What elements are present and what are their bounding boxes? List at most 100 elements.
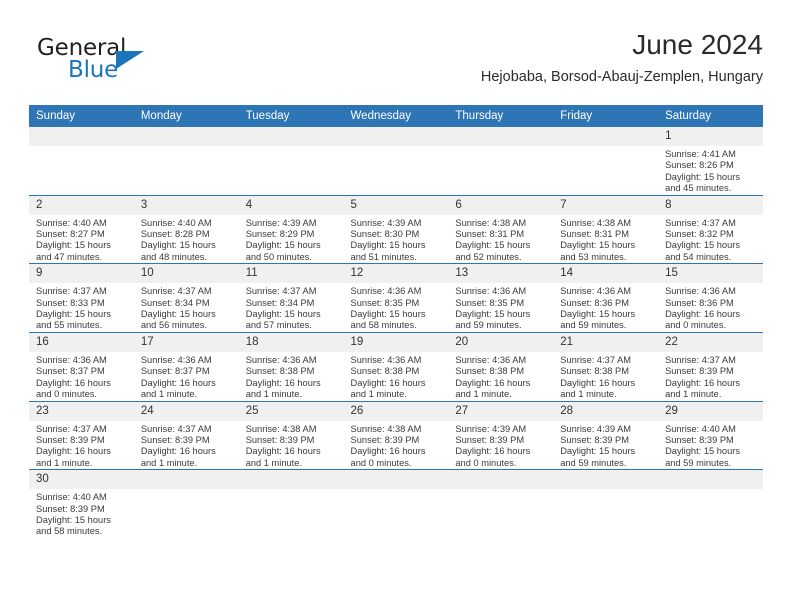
calendar-day-cell[interactable]: 7 Sunrise: 4:38 AM Sunset: 8:31 PM Daylight…: [553, 194, 659, 264]
sunrise-text: Sunrise: 4:36 AM: [350, 354, 422, 365]
calendar-day-cell[interactable]: 20 Sunrise: 4:36 AM Sunset: 8:38 PM Dayligh…: [448, 331, 554, 401]
calendar-day-cell[interactable]: 9 Sunrise: 4:37 AM Sunset: 8:33 PM Daylight…: [29, 263, 134, 333]
sunrise-text: Sunrise: 4:41 AM: [665, 149, 736, 159]
sunset-text: Sunset: 8:38 PM: [245, 366, 315, 377]
day-number: 30: [29, 470, 134, 490]
calendar-day-cell[interactable]: 28 Sunrise: 4:39 AM Sunset: 8:39 PM Dayligh…: [553, 400, 659, 470]
sunset-text: Sunset: 8:37 PM: [36, 366, 105, 377]
day-number: 9: [29, 264, 134, 284]
calendar-day-cell[interactable]: 14 Sunrise: 4:36 AM Sunset: 8:36 PM Dayligh…: [553, 263, 659, 333]
day-number: 25: [238, 401, 344, 421]
day-sun-info: Sunrise: 4:36 AM Sunset: 8:37 PM Daylight:…: [134, 352, 239, 401]
daylight-text: Daylight: 16 hours and 0 minutes.: [455, 446, 531, 468]
day-sun-info: Sunrise: 4:36 AM Sunset: 8:36 PM Daylight:…: [658, 283, 763, 332]
calendar-day-cell[interactable]: 24 Sunrise: 4:37 AM Sunset: 8:39 PM Dayligh…: [133, 400, 239, 470]
sunset-text: Sunset: 8:39 PM: [36, 503, 105, 514]
calendar-day-cell[interactable]: 19 Sunrise: 4:36 AM Sunset: 8:38 PM Dayligh…: [343, 331, 449, 401]
calendar-week-row: 9 Sunrise: 4:37 AM Sunset: 8:33 PM Daylight…: [29, 263, 763, 333]
sunset-text: Sunset: 8:33 PM: [36, 297, 105, 308]
day-sun-info: Sunrise: 4:37 AM Sunset: 8:39 PM Daylight:…: [134, 421, 239, 470]
daylight-text: Daylight: 15 hours and 59 minutes.: [665, 446, 740, 468]
day-sun-info: Sunrise: 4:37 AM Sunset: 8:34 PM Daylight:…: [134, 283, 239, 332]
daylight-text: Daylight: 15 hours and 57 minutes.: [245, 309, 321, 331]
daylight-text: Daylight: 15 hours and 56 minutes.: [140, 309, 216, 331]
calendar-day-cell[interactable]: 4 Sunrise: 4:39 AM Sunset: 8:29 PM Daylight…: [238, 194, 344, 264]
sunrise-text: Sunrise: 4:38 AM: [455, 217, 527, 228]
calendar-container: Sunday Monday Tuesday Wednesday Thursday…: [29, 105, 763, 538]
calendar-week-row: 16 Sunrise: 4:36 AM Sunset: 8:37 PM Dayligh…: [29, 331, 763, 401]
title-block: June 2024 Hejobaba, Borsod-Abauj-Zemplen…: [481, 28, 763, 86]
weekday-header-saturday: Saturday: [658, 105, 763, 127]
day-number: 5: [343, 195, 449, 215]
calendar-day-cell[interactable]: 27 Sunrise: 4:39 AM Sunset: 8:39 PM Dayligh…: [448, 400, 554, 470]
day-sun-info: Sunrise: 4:38 AM Sunset: 8:39 PM Daylight:…: [344, 421, 449, 470]
calendar-day-cell[interactable]: 6 Sunrise: 4:38 AM Sunset: 8:31 PM Daylight…: [448, 194, 554, 264]
page-title: June 2024: [632, 29, 763, 60]
calendar-day-cell[interactable]: 17 Sunrise: 4:36 AM Sunset: 8:37 PM Dayligh…: [133, 331, 239, 401]
calendar-day-cell[interactable]: 2 Sunrise: 4:40 AM Sunset: 8:27 PM Daylight…: [29, 194, 134, 264]
daylight-text: Daylight: 15 hours and 59 minutes.: [455, 309, 531, 331]
calendar-table: Sunday Monday Tuesday Wednesday Thursday…: [29, 105, 763, 538]
sunrise-text: Sunrise: 4:36 AM: [665, 286, 736, 297]
sunset-text: Sunset: 8:26 PM: [665, 160, 734, 171]
weekday-header-monday: Monday: [133, 105, 239, 127]
calendar-cell-empty: [448, 469, 554, 538]
calendar-cell-empty: [133, 469, 239, 538]
daylight-text: Daylight: 16 hours and 1 minute.: [140, 446, 216, 468]
day-sun-info: Sunrise: 4:37 AM Sunset: 8:33 PM Daylight:…: [29, 283, 134, 332]
day-sun-info: Sunrise: 4:40 AM Sunset: 8:39 PM Daylight:…: [29, 489, 134, 538]
daylight-text: Daylight: 15 hours and 55 minutes.: [36, 309, 111, 331]
day-sun-info: Sunrise: 4:38 AM Sunset: 8:31 PM Daylight:…: [553, 215, 658, 264]
sunset-text: Sunset: 8:32 PM: [665, 229, 734, 240]
sunset-text: Sunset: 8:31 PM: [560, 229, 629, 240]
page-header: General Blue June 2024 Hejobaba, Borsod-…: [29, 28, 763, 98]
calendar-day-cell[interactable]: 12 Sunrise: 4:36 AM Sunset: 8:35 PM Dayligh…: [343, 263, 449, 333]
day-number: 19: [343, 332, 449, 352]
calendar-day-cell[interactable]: 26 Sunrise: 4:38 AM Sunset: 8:39 PM Dayligh…: [343, 400, 449, 470]
daylight-text: Daylight: 15 hours and 59 minutes.: [560, 309, 636, 331]
calendar-body: 1 Sunrise: 4:41 AM Sunset: 8:26 PM Daylight…: [29, 127, 763, 538]
calendar-day-cell[interactable]: 3 Sunrise: 4:40 AM Sunset: 8:28 PM Daylight…: [133, 194, 239, 264]
calendar-day-cell[interactable]: 15 Sunrise: 4:36 AM Sunset: 8:36 PM Dayligh…: [658, 263, 763, 333]
day-number: [343, 127, 449, 146]
calendar-day-cell[interactable]: 18 Sunrise: 4:36 AM Sunset: 8:38 PM Dayligh…: [238, 331, 344, 401]
day-number: [133, 470, 239, 490]
sunset-text: Sunset: 8:39 PM: [665, 434, 734, 445]
sunset-text: Sunset: 8:39 PM: [560, 434, 629, 445]
general-blue-logo[interactable]: General Blue: [37, 36, 237, 94]
weekday-header-tuesday: Tuesday: [238, 105, 344, 127]
calendar-week-row: 2 Sunrise: 4:40 AM Sunset: 8:27 PM Daylight…: [29, 194, 763, 264]
daylight-text: Daylight: 15 hours and 52 minutes.: [455, 240, 531, 262]
sunrise-text: Sunrise: 4:36 AM: [455, 354, 527, 365]
sunset-text: Sunset: 8:38 PM: [560, 366, 629, 377]
calendar-day-cell[interactable]: 16 Sunrise: 4:36 AM Sunset: 8:37 PM Dayligh…: [29, 331, 134, 401]
day-sun-info: Sunrise: 4:38 AM Sunset: 8:31 PM Daylight:…: [448, 215, 553, 264]
sunrise-text: Sunrise: 4:38 AM: [245, 423, 317, 434]
sunrise-text: Sunrise: 4:40 AM: [36, 217, 107, 228]
calendar-day-cell[interactable]: 21 Sunrise: 4:37 AM Sunset: 8:38 PM Dayligh…: [553, 331, 659, 401]
calendar-day-cell[interactable]: 13 Sunrise: 4:36 AM Sunset: 8:35 PM Dayligh…: [448, 263, 554, 333]
day-number: 3: [133, 195, 239, 215]
sunset-text: Sunset: 8:35 PM: [455, 297, 525, 308]
calendar-day-cell[interactable]: 23 Sunrise: 4:37 AM Sunset: 8:39 PM Dayligh…: [29, 400, 134, 470]
calendar-day-cell[interactable]: 29 Sunrise: 4:40 AM Sunset: 8:39 PM Dayligh…: [658, 400, 763, 470]
calendar-day-cell[interactable]: 22 Sunrise: 4:37 AM Sunset: 8:39 PM Dayligh…: [658, 331, 763, 401]
calendar-day-cell[interactable]: 1 Sunrise: 4:41 AM Sunset: 8:26 PM Daylight…: [658, 127, 763, 196]
daylight-text: Daylight: 16 hours and 1 minute.: [245, 446, 321, 468]
calendar-week-row: 23 Sunrise: 4:37 AM Sunset: 8:39 PM Dayligh…: [29, 400, 763, 470]
calendar-day-cell[interactable]: 30 Sunrise: 4:40 AM Sunset: 8:39 PM Dayligh…: [29, 469, 134, 538]
calendar-day-cell[interactable]: 8 Sunrise: 4:37 AM Sunset: 8:32 PM Daylight…: [658, 194, 763, 264]
calendar-day-cell[interactable]: 10 Sunrise: 4:37 AM Sunset: 8:34 PM Dayligh…: [133, 263, 239, 333]
day-sun-info: Sunrise: 4:36 AM Sunset: 8:36 PM Daylight:…: [553, 283, 658, 332]
daylight-text: Daylight: 15 hours and 45 minutes.: [665, 171, 740, 194]
sunrise-text: Sunrise: 4:36 AM: [36, 354, 107, 365]
daylight-text: Daylight: 16 hours and 1 minute.: [560, 377, 636, 400]
sunrise-text: Sunrise: 4:39 AM: [455, 423, 527, 434]
daylight-text: Daylight: 15 hours and 53 minutes.: [560, 240, 636, 262]
sunrise-text: Sunrise: 4:36 AM: [560, 286, 632, 297]
calendar-day-cell[interactable]: 25 Sunrise: 4:38 AM Sunset: 8:39 PM Dayligh…: [238, 400, 344, 470]
day-number: 21: [553, 332, 659, 352]
calendar-day-cell[interactable]: 11 Sunrise: 4:37 AM Sunset: 8:34 PM Dayligh…: [238, 263, 344, 333]
calendar-day-cell[interactable]: 5 Sunrise: 4:39 AM Sunset: 8:30 PM Daylight…: [343, 194, 449, 264]
day-number: 29: [658, 401, 763, 421]
